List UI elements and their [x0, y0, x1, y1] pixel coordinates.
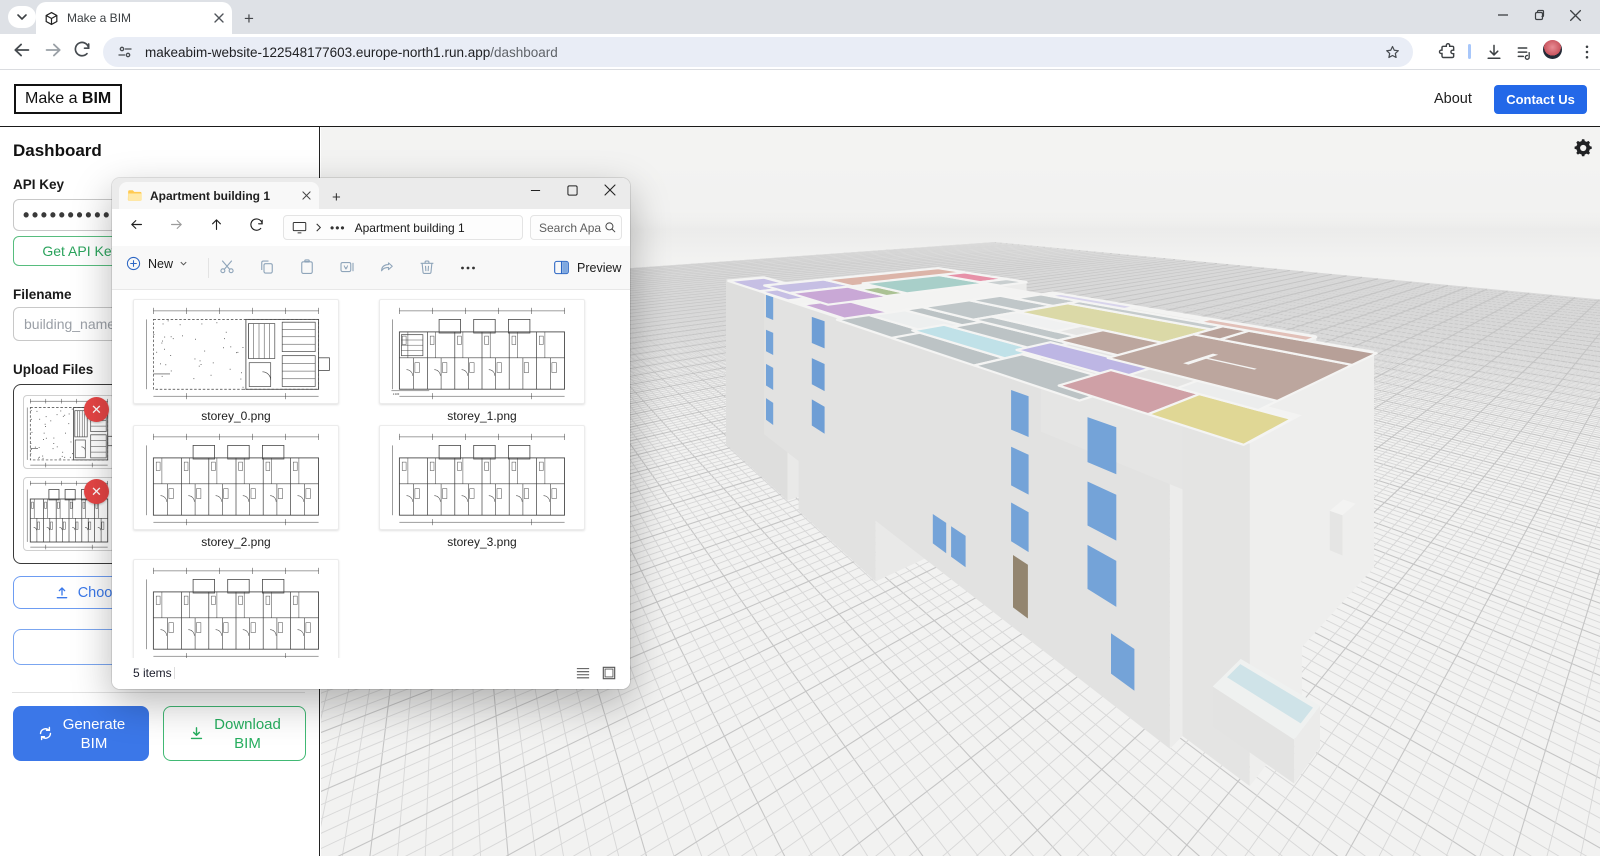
svg-text:1:100: 1:100: [393, 392, 400, 396]
